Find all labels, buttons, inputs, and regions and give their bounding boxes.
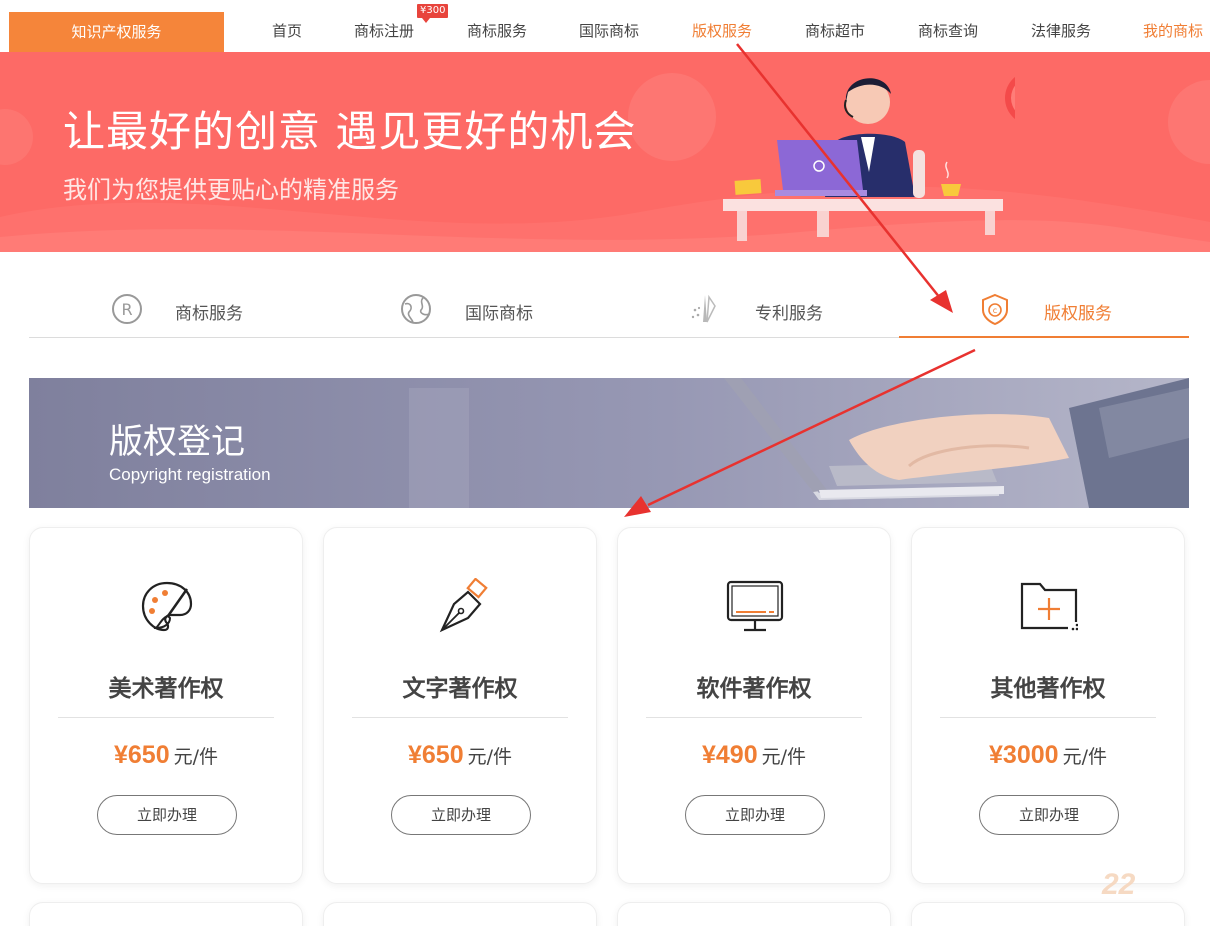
price-amount: ¥650 xyxy=(113,741,170,769)
service-card-next-row xyxy=(29,902,303,926)
watermark-logo: 22 xyxy=(1102,868,1136,901)
nav-link-trademark-service[interactable]: 商标服务 xyxy=(467,20,527,41)
service-card-software-copyright: 软件著作权 ¥490 元/件 立即办理 xyxy=(617,527,891,884)
card-price: ¥490 元/件 xyxy=(618,741,890,770)
apply-now-button[interactable]: 立即办理 xyxy=(979,795,1119,835)
hero-banner: 让最好的创意 遇见更好的机会 我们为您提供更贴心的精准服务 xyxy=(0,52,1210,252)
service-tabs: R 商标服务 国际商标 专利服务 c 版权服务 xyxy=(29,280,1189,338)
monitor-icon xyxy=(726,580,784,632)
card-price: ¥650 元/件 xyxy=(30,741,302,770)
customer-service-illustration-icon xyxy=(723,77,1015,241)
nav-link-international-trademark[interactable]: 国际商标 xyxy=(579,20,639,41)
nav-link-trademark-search[interactable]: 商标查询 xyxy=(918,20,978,41)
category-menu-button[interactable]: 知识产权服务 xyxy=(9,12,224,52)
apply-now-button[interactable]: 立即办理 xyxy=(97,795,237,835)
registered-icon: R xyxy=(112,294,142,324)
tab-trademark-service[interactable]: R 商标服务 xyxy=(29,280,319,338)
tab-label: 专利服务 xyxy=(755,304,823,324)
card-divider xyxy=(940,717,1156,718)
service-card-art-copyright: 美术著作权 ¥650 元/件 立即办理 xyxy=(29,527,303,884)
svg-text:R: R xyxy=(121,300,132,319)
palette-icon xyxy=(141,581,193,632)
card-price: ¥3000 元/件 xyxy=(912,741,1184,770)
tab-label: 商标服务 xyxy=(175,304,243,324)
card-price: ¥650 元/件 xyxy=(324,741,596,770)
price-amount: ¥3000 xyxy=(989,741,1059,769)
copyright-section-banner: 版权登记 Copyright registration xyxy=(29,378,1189,508)
nav-link-trademark-market[interactable]: 商标超市 xyxy=(805,20,865,41)
card-divider xyxy=(58,717,274,718)
service-card-literary-copyright: 文字著作权 ¥650 元/件 立即办理 xyxy=(323,527,597,884)
card-title: 美术著作权 xyxy=(108,676,224,702)
section-subtitle: Copyright registration xyxy=(109,465,271,484)
nav-link-my-trademark[interactable]: 我的商标 xyxy=(1143,20,1203,41)
card-title: 软件著作权 xyxy=(696,676,812,702)
price-unit: 元/件 xyxy=(1062,746,1107,768)
tab-international-trademark[interactable]: 国际商标 xyxy=(319,280,609,338)
card-title: 文字著作权 xyxy=(402,676,518,702)
card-title: 其他著作权 xyxy=(990,676,1106,702)
nav-link-legal-service[interactable]: 法律服务 xyxy=(1031,20,1091,41)
price-unit: 元/件 xyxy=(467,746,513,768)
pen-nib-icon xyxy=(439,578,488,633)
service-card-other-copyright: 其他著作权 ¥3000 元/件 立即办理 xyxy=(911,527,1185,884)
globe-icon xyxy=(401,294,431,324)
service-card-next-row xyxy=(323,902,597,926)
hero-subtitle: 我们为您提供更贴心的精准服务 xyxy=(63,176,399,204)
hero-title: 让最好的创意 遇见更好的机会 xyxy=(63,107,637,156)
card-divider xyxy=(646,717,862,718)
tab-copyright-service[interactable]: c 版权服务 xyxy=(899,280,1189,338)
apply-now-button[interactable]: 立即办理 xyxy=(685,795,825,835)
section-title: 版权登记 xyxy=(109,422,245,462)
patent-icon xyxy=(691,294,716,323)
price-unit: 元/件 xyxy=(173,746,219,768)
tab-label: 国际商标 xyxy=(465,304,533,324)
nav-link-home[interactable]: 首页 xyxy=(272,20,302,41)
folder-plus-icon xyxy=(1020,582,1078,631)
price-amount: ¥650 xyxy=(407,741,464,769)
top-navigation: 知识产权服务 首页 商标注册 ¥300 商标服务 国际商标 版权服务 商标超市 … xyxy=(0,0,1210,52)
price-amount: ¥490 xyxy=(701,741,758,769)
price-badge: ¥300 xyxy=(417,4,449,23)
apply-now-button[interactable]: 立即办理 xyxy=(391,795,531,835)
svg-text:c: c xyxy=(993,306,997,315)
copyright-shield-icon: c xyxy=(982,293,1008,326)
nav-link-trademark-registration[interactable]: 商标注册 xyxy=(354,20,414,41)
service-card-next-row xyxy=(617,902,891,926)
card-divider xyxy=(352,717,568,718)
tab-label: 版权服务 xyxy=(1044,304,1112,324)
service-card-next-row xyxy=(911,902,1185,926)
price-unit: 元/件 xyxy=(761,746,807,768)
nav-link-copyright-service[interactable]: 版权服务 xyxy=(692,20,752,41)
tab-patent-service[interactable]: 专利服务 xyxy=(609,280,899,338)
